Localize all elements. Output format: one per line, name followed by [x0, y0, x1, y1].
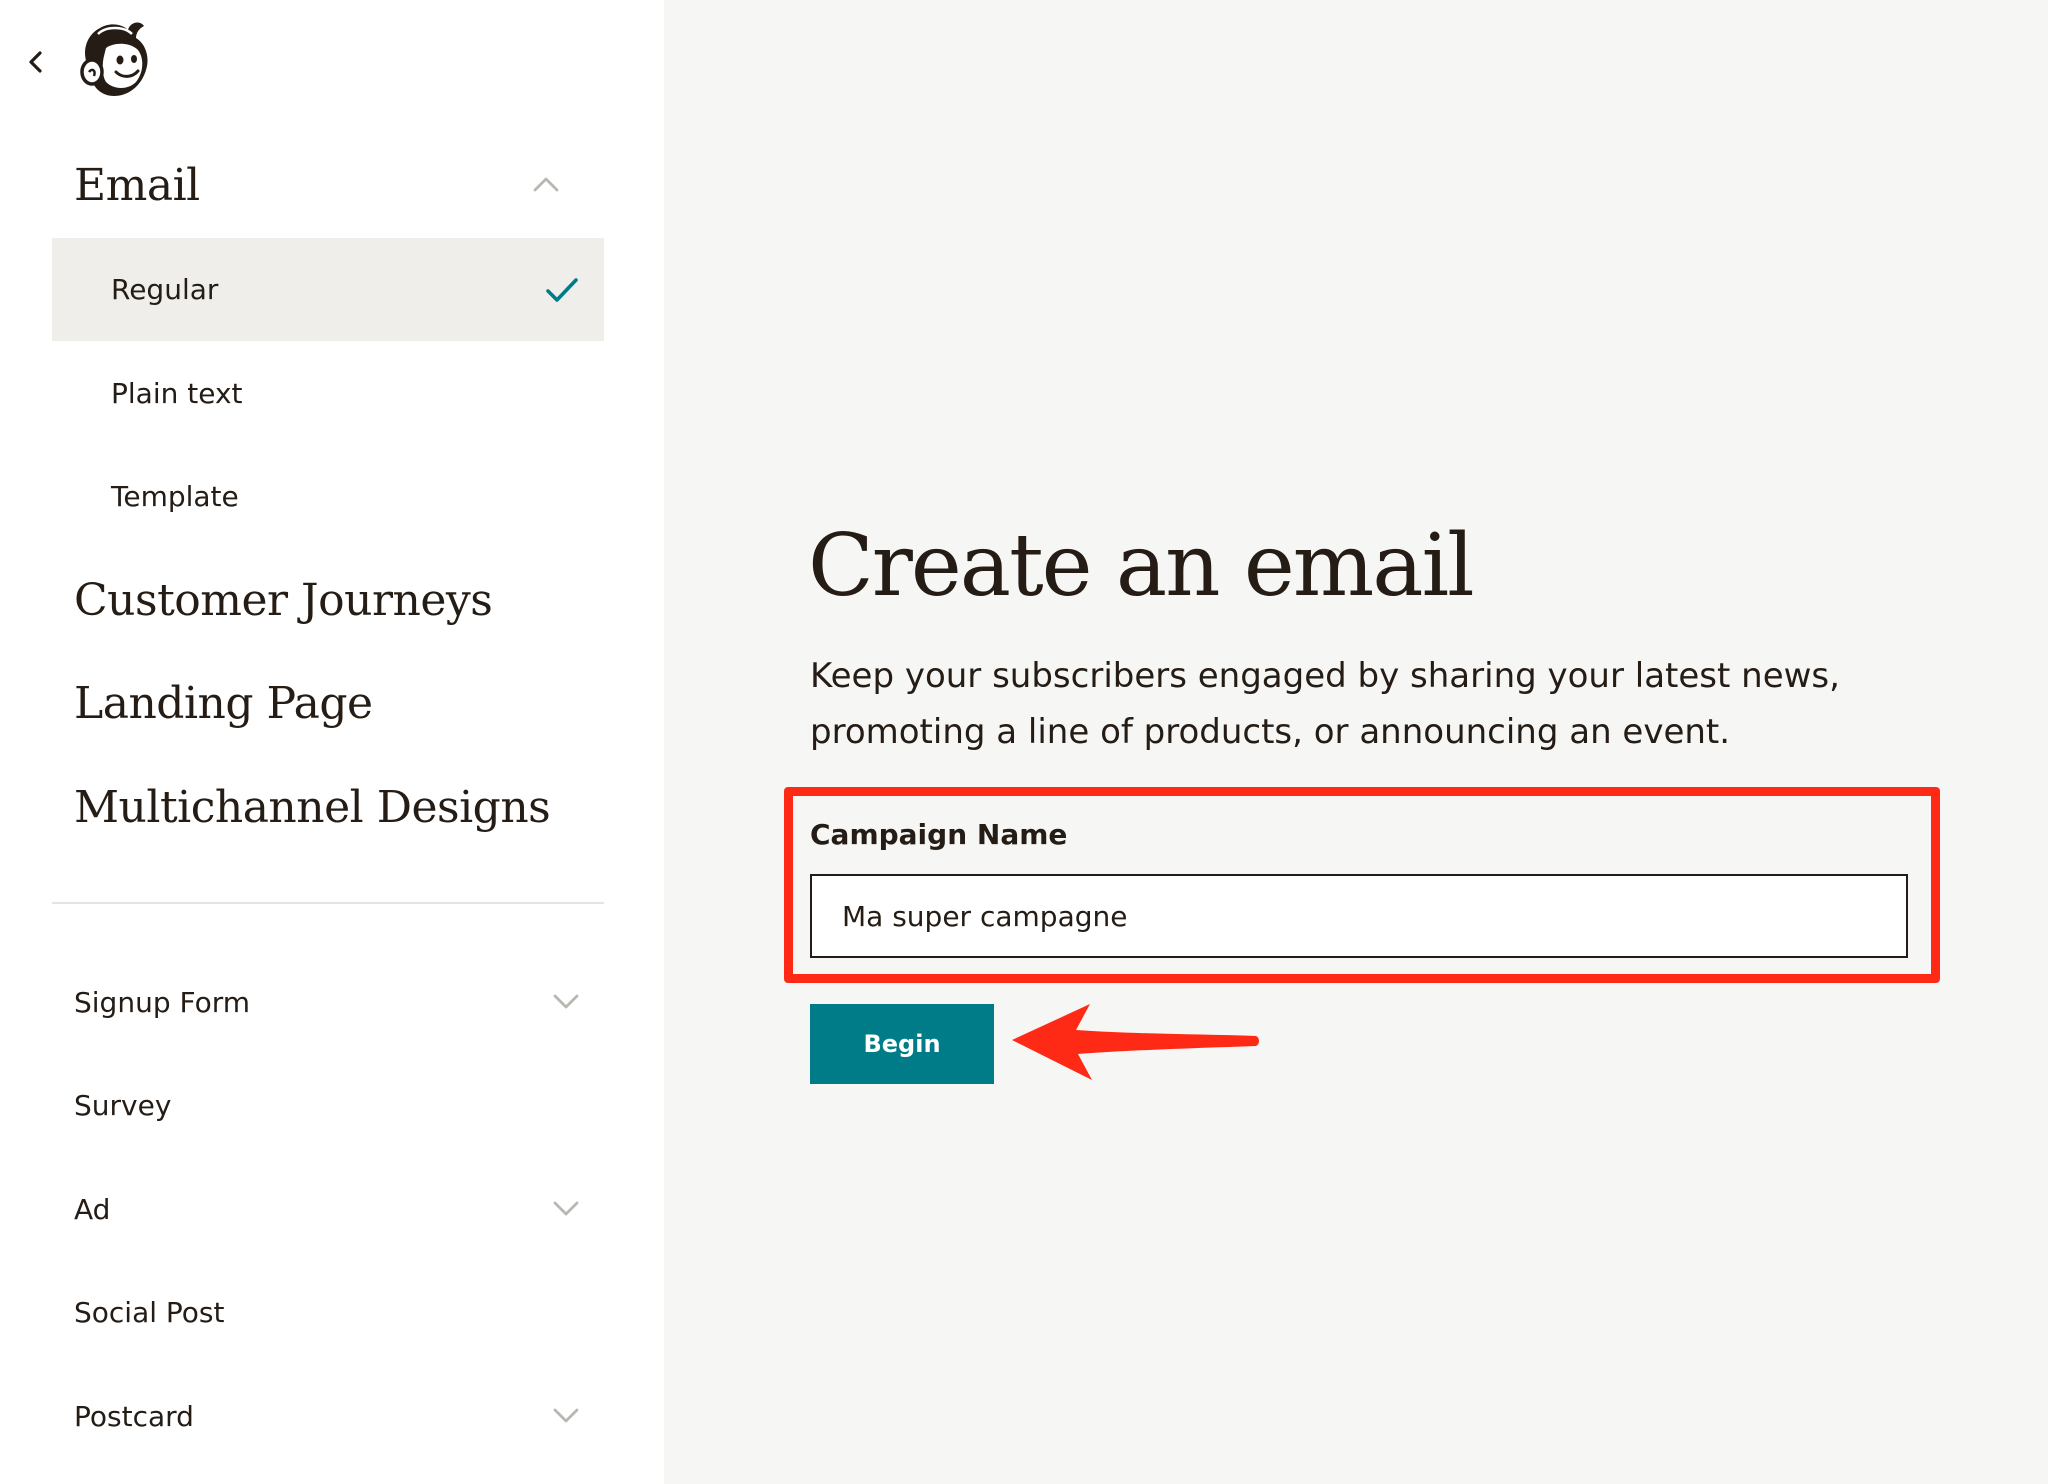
sidebar-item-postcard[interactable]: Postcard — [74, 1386, 604, 1446]
chevron-up-icon — [533, 177, 559, 192]
begin-button[interactable]: Begin — [810, 1004, 994, 1084]
sidebar-item-signup-form-label: Signup Form — [74, 985, 251, 1019]
section-customer-journeys-label: Customer Journeys — [74, 575, 493, 626]
sidebar-item-survey-label: Survey — [74, 1088, 172, 1122]
ad-expand-toggle[interactable] — [548, 1191, 584, 1227]
section-email[interactable]: Email — [74, 160, 200, 211]
chevron-down-icon — [553, 994, 579, 1009]
chevron-down-icon — [553, 1201, 579, 1216]
campaign-name-label: Campaign Name — [810, 818, 1068, 851]
campaign-name-input[interactable] — [810, 874, 1908, 958]
sidebar-divider — [52, 902, 604, 904]
section-email-label: Email — [74, 160, 200, 211]
email-collapse-toggle[interactable] — [528, 166, 564, 202]
chevron-down-icon — [553, 1408, 579, 1423]
sidebar-item-ad[interactable]: Ad — [74, 1179, 604, 1239]
email-type-regular-label: Regular — [111, 273, 219, 306]
sidebar-item-ad-label: Ad — [74, 1192, 111, 1226]
section-landing-page-label: Landing Page — [74, 678, 373, 729]
page-description: Keep your subscribers engaged by sharing… — [810, 656, 1840, 752]
page-title: Create an email — [808, 516, 1475, 616]
email-type-regular[interactable]: Regular — [52, 238, 604, 341]
sidebar-item-signup-form[interactable]: Signup Form — [74, 972, 604, 1032]
email-type-template-label: Template — [111, 480, 239, 513]
postcard-expand-toggle[interactable] — [548, 1398, 584, 1434]
sidebar-item-social-post[interactable]: Social Post — [74, 1282, 604, 1342]
sidebar-item-postcard-label: Postcard — [74, 1399, 194, 1433]
back-button[interactable] — [18, 44, 54, 80]
annotation-arrow-icon — [1012, 1004, 1259, 1080]
checkmark-icon — [546, 278, 578, 302]
sidebar-item-social-post-label: Social Post — [74, 1295, 225, 1329]
section-landing-page[interactable]: Landing Page — [74, 678, 373, 729]
sidebar-item-survey[interactable]: Survey — [74, 1075, 604, 1135]
sidebar: Email Regular Plain text Template Custom… — [0, 0, 664, 1484]
mailchimp-freddie-logo[interactable] — [70, 14, 162, 106]
section-multichannel-designs-label: Multichannel Designs — [74, 782, 551, 833]
chevron-left-icon — [29, 51, 42, 73]
email-type-template[interactable]: Template — [52, 445, 604, 548]
section-multichannel-designs[interactable]: Multichannel Designs — [74, 782, 551, 833]
email-type-plain-text-label: Plain text — [111, 377, 243, 410]
email-type-plain-text[interactable]: Plain text — [52, 342, 604, 445]
signup-form-expand-toggle[interactable] — [548, 984, 584, 1020]
section-customer-journeys[interactable]: Customer Journeys — [74, 575, 493, 626]
